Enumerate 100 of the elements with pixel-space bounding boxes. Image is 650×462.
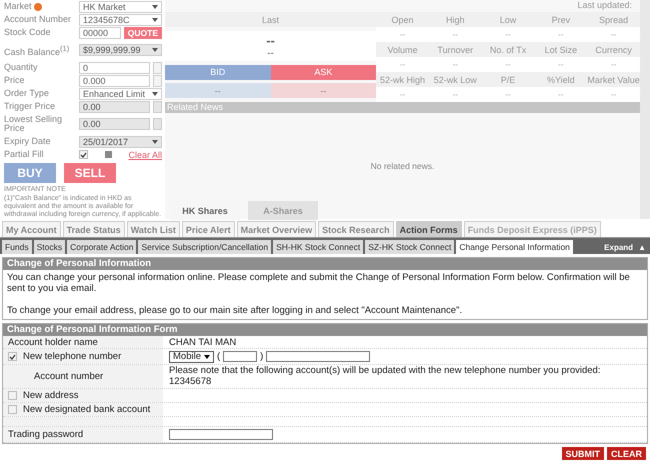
info-paragraph: You can change your personal information online. Please complete and submit the Change of Personal Information Form below. Confirmation will be sent to you via email. xyxy=(7,272,631,294)
quote-header: Open xyxy=(376,12,429,27)
field-label: Price xyxy=(4,76,26,85)
sub-tab[interactable]: Service Subscription/Cancellation xyxy=(138,240,272,254)
caret-icon xyxy=(204,354,210,358)
field-value: CHAN TAI MAN xyxy=(169,336,236,348)
caret-icon xyxy=(152,140,158,144)
sub-tab[interactable]: Stocks xyxy=(34,240,66,254)
quote-value: -- xyxy=(428,87,482,102)
quote-header: No. of Tx xyxy=(482,42,534,57)
sub-tab[interactable]: SZ-HK Stock Connect xyxy=(365,240,454,254)
quote-header: Market Value xyxy=(587,72,640,87)
main-tab[interactable]: Action Forms xyxy=(396,221,462,237)
quote-value: -- xyxy=(587,87,640,102)
caret-icon xyxy=(152,92,158,96)
quote-value: -- xyxy=(376,27,429,42)
spinner-icon[interactable] xyxy=(153,74,162,86)
field-label: Order Type xyxy=(4,89,50,98)
sub-tab[interactable]: Corporate Action xyxy=(67,240,136,254)
select-field[interactable]: HK Market xyxy=(79,0,162,12)
spinner-icon[interactable] xyxy=(153,100,162,112)
clear-all-link[interactable]: Clear All xyxy=(128,150,162,160)
checkmark-icon xyxy=(80,152,87,158)
quote-header: Prev xyxy=(534,12,588,27)
field-label: Lowest Selling Price xyxy=(4,115,64,133)
last-price: -- xyxy=(266,32,275,48)
bid-header: BID xyxy=(165,64,271,80)
field-label: Account holder name xyxy=(8,336,98,348)
caret-icon xyxy=(152,4,158,8)
main-tab[interactable]: Price Alert xyxy=(182,221,235,237)
field-label: Partial Fill xyxy=(4,150,45,159)
input-field[interactable]: 0.000 xyxy=(79,74,150,86)
sub-tab[interactable]: Funds xyxy=(2,240,32,254)
password-field[interactable] xyxy=(169,429,273,440)
field-label: Cash Balance$^{(1)}$ xyxy=(4,44,70,56)
empty-news-text: No related news. xyxy=(370,161,434,171)
section-header: Change of Personal Information Form xyxy=(3,324,647,336)
quote-value: -- xyxy=(428,57,482,72)
select-field[interactable]: Enhanced Limit xyxy=(79,88,162,100)
select-field[interactable]: 12345678C xyxy=(79,14,162,26)
area-code-field[interactable] xyxy=(223,351,258,362)
quote-value: -- xyxy=(376,87,429,102)
news-header: Related News xyxy=(165,102,640,113)
field-label: New address xyxy=(23,390,78,401)
sub-tab[interactable]: SH-HK Stock Connect xyxy=(273,240,364,254)
phone-number-field[interactable] xyxy=(266,351,370,362)
checkbox[interactable] xyxy=(8,352,17,361)
info-paragraph: To change your email address, please go to our main site after logging in and select "Account Maintenance". xyxy=(7,305,464,316)
quote-header: P/E xyxy=(482,72,534,87)
quote-header: Volume xyxy=(376,42,429,57)
checkbox[interactable] xyxy=(8,405,17,414)
quote-value: -- xyxy=(534,57,588,72)
quote-value: -- xyxy=(428,27,482,42)
input-field[interactable]: 0 xyxy=(79,62,150,74)
checkbox[interactable] xyxy=(8,391,17,400)
quote-value: -- xyxy=(587,27,640,42)
main-tab[interactable]: My Account xyxy=(2,221,61,237)
main-tab[interactable]: Stock Research xyxy=(318,221,394,237)
quote-header: Turnover xyxy=(428,42,482,57)
field-label: New designated bank account xyxy=(23,404,150,415)
phone-type-select[interactable]: Mobile xyxy=(169,350,214,362)
clear-button[interactable]: CLEAR xyxy=(607,447,646,460)
quote-header: Spread xyxy=(587,12,640,27)
quote-header: 52-wk High xyxy=(376,72,429,87)
quote-value: -- xyxy=(534,27,588,42)
quote-header: %Yield xyxy=(534,72,588,87)
note-text: Please note that the following account(s) will be updated with the new telephone number you provided: xyxy=(169,365,600,376)
caret-icon xyxy=(152,18,158,22)
quote-header: 52-wk Low xyxy=(428,72,482,87)
last-updated: Last updated: xyxy=(576,0,633,12)
quote-value: -- xyxy=(482,87,534,102)
field-label: New telephone number xyxy=(23,351,122,362)
field-label: Account number xyxy=(33,371,104,382)
info-icon xyxy=(104,151,112,158)
section-header: Change of Personal Information xyxy=(3,258,647,270)
main-tab[interactable]: Trade Status xyxy=(62,221,125,237)
input-field[interactable]: 00000 xyxy=(79,26,121,38)
checkbox[interactable] xyxy=(79,150,88,159)
field-label: Trading password xyxy=(8,429,84,440)
spinner-icon[interactable] xyxy=(153,62,162,74)
expand-button[interactable]: Expand ▲ xyxy=(601,240,650,254)
quote-value: -- xyxy=(376,57,429,72)
main-tab[interactable]: Watch List xyxy=(126,221,180,237)
caret-icon xyxy=(152,48,158,52)
submit-button[interactable]: SUBMIT xyxy=(562,447,604,460)
quote-value: -- xyxy=(534,87,588,102)
sub-tab[interactable]: Change Personal Information xyxy=(456,240,573,254)
quote-value: -- xyxy=(482,57,534,72)
scrollbar[interactable] xyxy=(640,0,650,219)
field-label: Stock Code xyxy=(4,28,52,37)
quote-header: Last xyxy=(165,12,376,27)
bracket-text: ) xyxy=(260,351,264,362)
quote-header: Low xyxy=(482,12,534,27)
ask-header: ASK xyxy=(270,64,376,80)
field-label: Quantity xyxy=(4,63,39,72)
field-label: Expiry Date xyxy=(4,137,52,146)
price-change: -- xyxy=(267,48,274,59)
spinner-icon[interactable] xyxy=(153,118,162,130)
ask-value: -- xyxy=(270,83,376,98)
main-tab[interactable]: Market Overview xyxy=(236,221,316,237)
